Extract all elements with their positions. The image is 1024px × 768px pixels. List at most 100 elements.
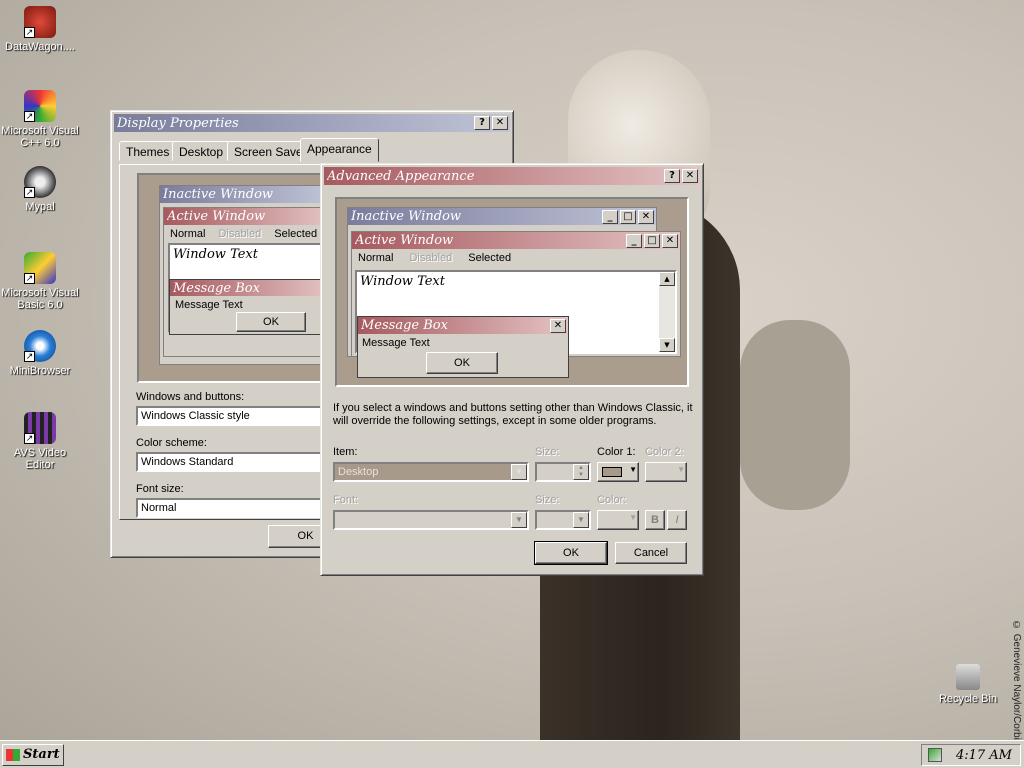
desktop-icon-label: Mypal — [25, 201, 55, 213]
chevron-down-icon: ▼ — [511, 464, 527, 480]
close-icon: ✕ — [550, 318, 566, 333]
desktop-icon-label: DataWagon.... — [5, 41, 75, 53]
color1-picker[interactable]: ▼ — [597, 462, 639, 482]
taskbar: Start 4:17 AM — [0, 740, 1024, 768]
desktop-icon-label: Recycle Bin — [938, 693, 998, 705]
system-tray: 4:17 AM — [921, 744, 1021, 766]
chevron-down-icon: ▼ — [573, 512, 589, 528]
font-size-label: Font size: — [136, 483, 184, 495]
cancel-button[interactable]: Cancel — [615, 542, 687, 564]
advanced-appearance-dialog: Advanced Appearance ? ✕ Inactive Window … — [320, 163, 704, 576]
preview-msgbox-titlebar: Message Box — [170, 280, 328, 296]
adv-preview-active-titlebar: Active Window _ □ ✕ — [352, 232, 680, 249]
window-title: Display Properties — [117, 115, 239, 131]
font-size-select[interactable]: Normal — [136, 498, 326, 518]
tab-desktop[interactable]: Desktop — [172, 141, 231, 161]
item-label: Item: — [333, 446, 358, 458]
desktop-icon-mypal[interactable]: ↗ Mypal — [0, 166, 80, 213]
wallpaper-figure-arm — [740, 320, 850, 510]
preview-message-box: Message Box Message Text OK — [169, 279, 329, 335]
display-properties-titlebar[interactable]: Display Properties ? ✕ — [114, 114, 510, 132]
desktop-icon-visual-basic[interactable]: ↗ Microsoft Visual Basic 6.0 — [0, 252, 80, 311]
italic-button[interactable]: I — [667, 510, 687, 530]
wallpaper-copyright: © Genevieve Naylor/Corbis — [1011, 620, 1022, 745]
item-select[interactable]: Desktop ▼ — [333, 462, 529, 482]
minibrowser-icon: ↗ — [24, 330, 56, 362]
recycle-bin-icon — [956, 664, 980, 690]
scroll-up-icon: ▲ — [659, 272, 675, 286]
help-button[interactable]: ? — [474, 116, 490, 130]
clock[interactable]: 4:17 AM — [956, 748, 1012, 763]
color-swatch — [602, 467, 622, 477]
advanced-titlebar[interactable]: Advanced Appearance ? ✕ — [324, 167, 700, 185]
mypal-icon: ↗ — [24, 166, 56, 198]
start-label: Start — [23, 747, 60, 762]
preview-msgbox-title: Message Box — [173, 280, 260, 296]
chevron-down-icon: ▼ — [511, 512, 527, 528]
preview-menu-bar: Normal Disabled Selected — [164, 225, 328, 243]
visual-basic-icon: ↗ — [24, 252, 56, 284]
color-scheme-value: Windows Standard — [141, 456, 234, 468]
font-size-select[interactable]: ▼ — [535, 510, 591, 530]
font-size-value: Normal — [141, 502, 177, 514]
preview-inactive-titlebar: Inactive Window — [160, 186, 328, 203]
desktop-icon-recycle-bin[interactable]: Recycle Bin — [928, 664, 1008, 705]
close-button[interactable]: ✕ — [492, 116, 508, 130]
color1-label: Color 1: — [597, 446, 636, 458]
adv-preview-msgbox-title: Message Box — [361, 318, 448, 333]
windows-buttons-value: Windows Classic style — [141, 410, 250, 422]
dialog-title: Advanced Appearance — [327, 168, 475, 184]
start-button[interactable]: Start — [2, 744, 64, 766]
windows-buttons-select[interactable]: Windows Classic style — [136, 406, 326, 426]
desktop-icon-visual-cpp[interactable]: ↗ Microsoft Visual C++ 6.0 — [0, 90, 80, 149]
adv-preview-inactive-titlebar: Inactive Window _ □ ✕ — [348, 208, 656, 225]
close-button[interactable]: ✕ — [682, 169, 698, 183]
desktop-icon-label: Microsoft Visual C++ 6.0 — [1, 125, 79, 149]
item-value: Desktop — [338, 466, 379, 478]
chevron-down-icon: ▼ — [629, 513, 637, 522]
tab-themes[interactable]: Themes — [119, 141, 177, 161]
desktop-icon-avs-video[interactable]: ↗ AVS Video Editor — [0, 412, 80, 471]
advanced-info-text: If you select a windows and buttons sett… — [333, 402, 693, 427]
preview-inactive-title: Inactive Window — [163, 187, 274, 202]
visual-cpp-icon: ↗ — [24, 90, 56, 122]
preview-active-titlebar: Active Window — [164, 208, 328, 225]
adv-preview-window-text: Window Text — [360, 274, 445, 289]
desktop-icon-minibrowser[interactable]: ↗ MiniBrowser — [0, 330, 80, 377]
adv-preview-msgbox-titlebar: Message Box ✕ — [358, 317, 568, 334]
windows-buttons-label: Windows and buttons: — [136, 391, 245, 403]
desktop-icon-datawagon[interactable]: ↗ DataWagon.... — [0, 6, 80, 53]
adv-preview-menu-normal: Normal — [358, 252, 394, 264]
film-icon: ↗ — [24, 412, 56, 444]
maximize-icon: □ — [620, 209, 636, 224]
desktop-icon-label: Microsoft Visual Basic 6.0 — [1, 287, 79, 311]
datawagon-icon: ↗ — [24, 6, 56, 38]
chevron-down-icon: ▼ — [629, 465, 637, 474]
advanced-preview[interactable]: Inactive Window _ □ ✕ Active Window _ □ … — [335, 197, 689, 387]
color-scheme-select[interactable]: Windows Standard — [136, 452, 326, 472]
windows-logo-icon — [6, 749, 20, 761]
font-size-label: Size: — [535, 494, 560, 506]
font-select[interactable]: ▼ — [333, 510, 529, 530]
chevron-down-icon: ▼ — [677, 465, 685, 474]
minimize-icon: _ — [626, 233, 642, 248]
color2-label: Color 2: — [645, 446, 684, 458]
adv-preview-ok-button: OK — [426, 352, 498, 374]
appearance-preview: Inactive Window Active Window Normal Dis… — [137, 173, 329, 383]
adv-preview-scrollbar: ▲ ▼ — [659, 272, 675, 352]
ok-button[interactable]: OK — [534, 541, 608, 565]
minimize-icon: _ — [602, 209, 618, 224]
desktop-icon-label: MiniBrowser — [9, 365, 71, 377]
item-size-spinner[interactable]: ▲ ▼ — [535, 462, 591, 482]
adv-preview-msgbox-text: Message Text — [362, 337, 430, 349]
network-icon[interactable] — [928, 748, 942, 762]
font-color-label: Color: — [597, 494, 627, 506]
color2-picker[interactable]: ▼ — [645, 462, 687, 482]
bold-button[interactable]: B — [645, 510, 665, 530]
item-size-label: Size: — [535, 446, 560, 458]
adv-preview-inactive-title: Inactive Window — [351, 209, 462, 224]
adv-preview-menu-selected: Selected — [468, 252, 512, 264]
font-color-picker[interactable]: ▼ — [597, 510, 639, 530]
help-button[interactable]: ? — [664, 169, 680, 183]
tab-appearance[interactable]: Appearance — [300, 138, 379, 162]
